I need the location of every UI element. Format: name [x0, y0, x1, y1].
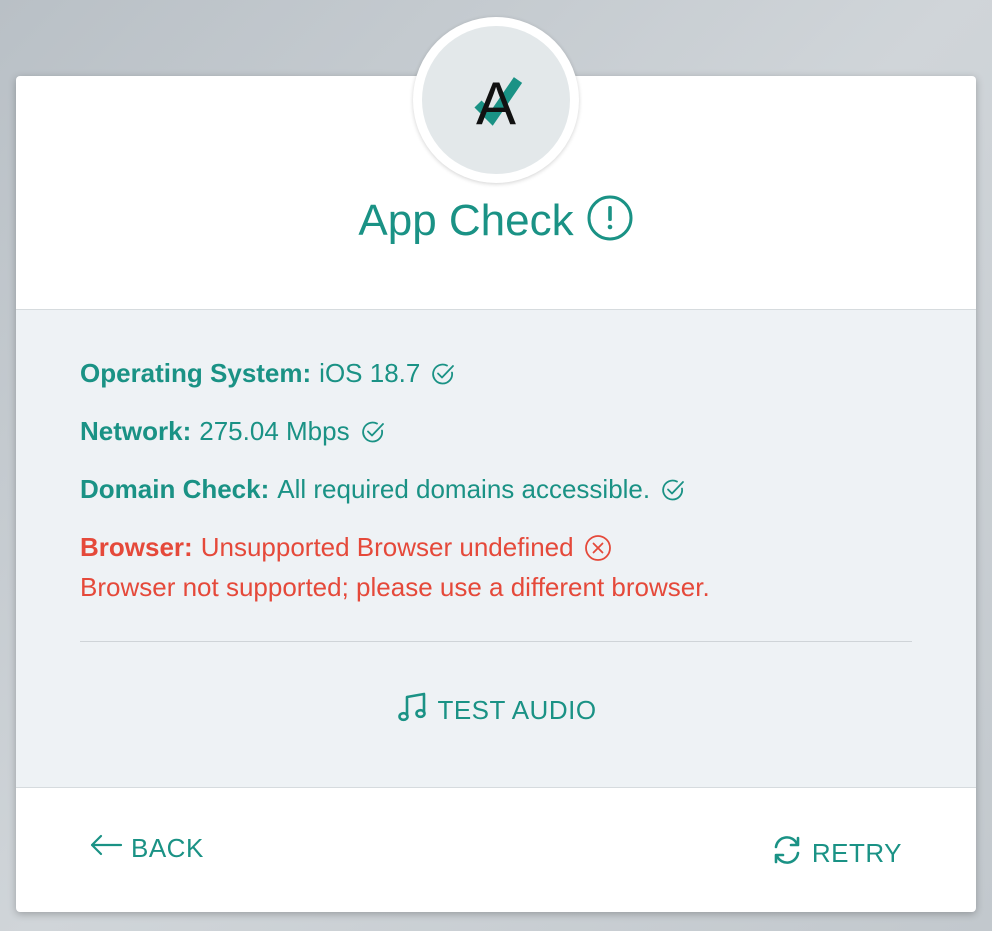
- arrow-left-icon: [89, 833, 123, 864]
- check-row-network: Network: 275.04 Mbps: [80, 416, 386, 447]
- logo-badge: A: [422, 26, 570, 174]
- check-value: All required domains accessible.: [277, 474, 651, 504]
- check-label: Browser:: [80, 532, 193, 562]
- check-value: Unsupported Browser undefined: [200, 532, 574, 562]
- music-note-icon: [395, 690, 429, 731]
- x-circle-icon: [584, 534, 612, 562]
- check-label: Domain Check:: [80, 474, 270, 504]
- alert-circle-icon: [586, 194, 634, 247]
- test-audio-button[interactable]: TEST AUDIO: [16, 690, 976, 731]
- check-value: iOS 18.7: [319, 358, 421, 388]
- check-row-domain: Domain Check: All required domains acces…: [80, 474, 686, 505]
- check-circle-icon: [360, 419, 386, 445]
- refresh-icon: [770, 833, 804, 874]
- browser-error-message: Browser not supported; please use a diff…: [80, 572, 710, 602]
- app-check-card: App Check Operating System: iOS 18.7 Net…: [16, 76, 976, 912]
- page-title: App Check: [358, 195, 574, 245]
- check-label: Operating System:: [80, 358, 312, 388]
- retry-button[interactable]: RETRY: [770, 833, 902, 874]
- logo-check-a-icon: A: [474, 70, 523, 137]
- check-circle-icon: [660, 477, 686, 503]
- divider: [80, 641, 912, 642]
- app-logo: A: [413, 17, 579, 183]
- check-row-os: Operating System: iOS 18.7: [80, 358, 456, 389]
- checks-panel: Operating System: iOS 18.7 Network: 275.…: [16, 310, 976, 788]
- back-button[interactable]: BACK: [89, 833, 204, 864]
- check-label: Network:: [80, 416, 192, 446]
- test-audio-label: TEST AUDIO: [437, 695, 597, 725]
- retry-label: RETRY: [811, 838, 902, 868]
- check-circle-icon: [430, 361, 456, 387]
- logo-letter: A: [476, 70, 516, 137]
- check-value: 275.04 Mbps: [199, 416, 350, 446]
- title-row: App Check: [16, 194, 976, 247]
- back-label: BACK: [131, 833, 204, 863]
- check-row-browser: Browser: Unsupported Browser undefined: [80, 532, 612, 563]
